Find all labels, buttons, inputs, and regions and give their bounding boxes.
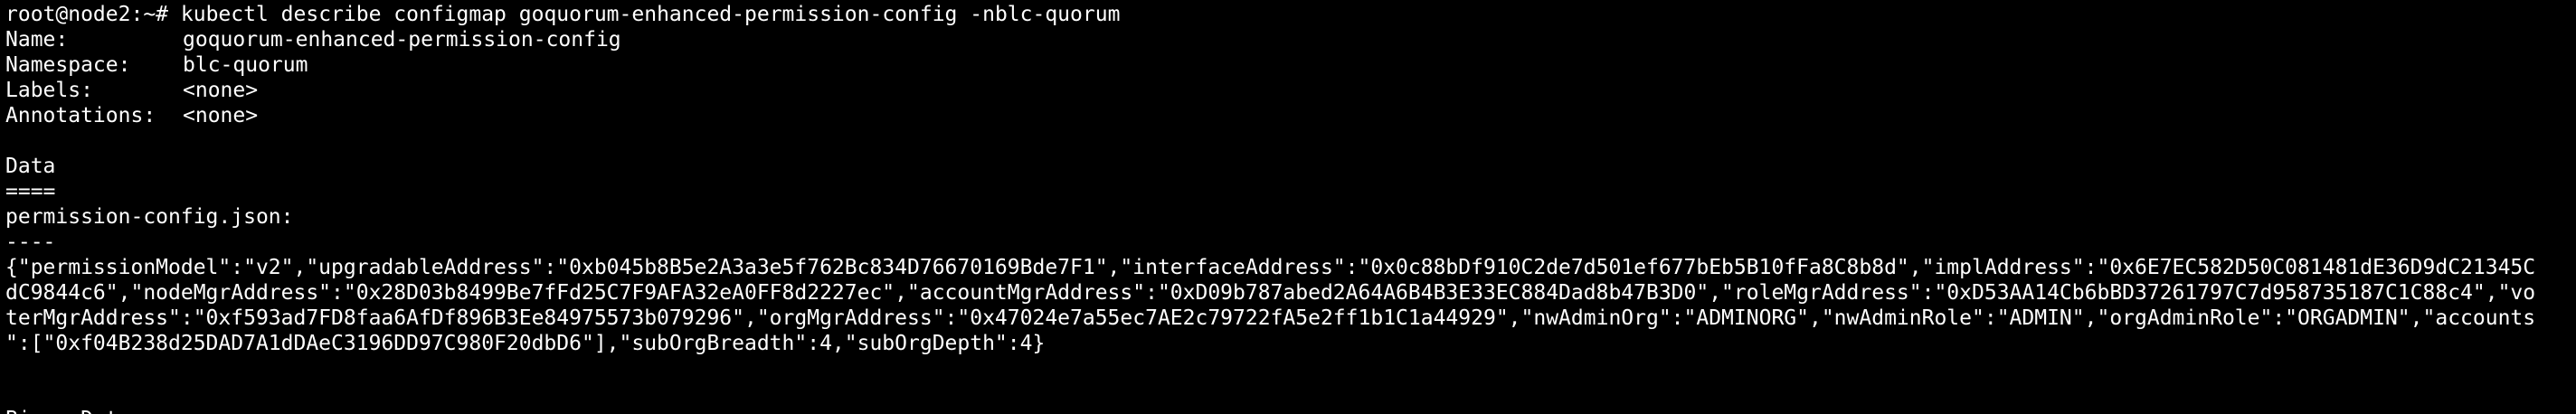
shell-prompt: root@node2:~# [5,3,169,26]
command-line: root@node2:~# kubectl describe configmap… [5,2,2576,27]
field-row-annotations: Annotations: <none> [5,103,2576,128]
field-value: goquorum-enhanced-permission-config [183,28,621,52]
field-key: Labels: [5,79,93,102]
field-row-labels: Labels: <none> [5,78,2576,103]
json-line: dC9844c6","nodeMgrAddress":"0x28D03b8499… [5,281,2536,305]
field-key: Annotations: [5,104,156,127]
field-key: Namespace: [5,53,131,77]
json-line: ":["0xf04B238d25DAD7A1dDAeC3196DD97C980F… [5,332,1046,355]
data-underline: ==== [5,180,56,203]
field-value: <none> [183,79,259,102]
command-text: kubectl describe configmap goquorum-enha… [180,3,1121,26]
field-key: Name: [5,28,69,52]
field-value: blc-quorum [183,53,308,77]
terminal-window[interactable]: root@node2:~# kubectl describe configmap… [0,0,2576,414]
json-line: terMgrAddress":"0xf593ad7FD8faa6AfDf896B… [5,306,2536,330]
field-row-name: Name: goquorum-enhanced-permission-config [5,27,2576,52]
field-value: <none> [183,104,259,127]
json-line: {"permissionModel":"v2","upgradableAddre… [5,256,2536,279]
field-row-namespace: Namespace: blc-quorum [5,52,2576,78]
data-header: Data [5,155,56,178]
file-key: permission-config.json: [5,205,294,229]
binary-data-header: BinaryData [5,407,2576,414]
file-separator: ---- [5,231,56,254]
